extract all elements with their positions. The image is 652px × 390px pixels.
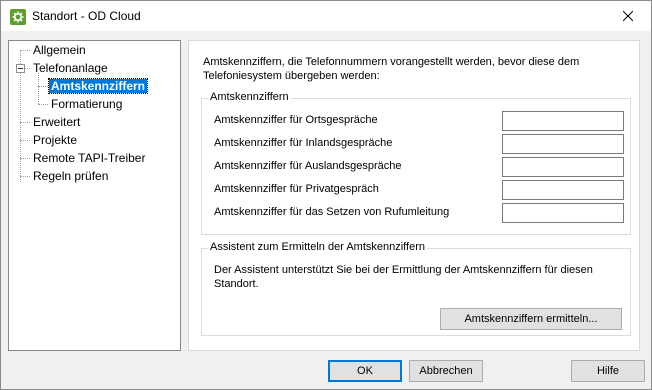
codes-group: Amtskennziffern Amtskennziffer für Ortsg… [201, 91, 631, 235]
codes-group-title: Amtskennziffern [208, 91, 291, 103]
tree-item-regeln-pruefen[interactable]: Regeln prüfen [33, 168, 108, 184]
cancel-button[interactable]: Abbrechen [409, 360, 483, 382]
field-row-rufumleitung: Amtskennziffer für das Setzen von Rufuml… [214, 203, 624, 223]
label-ortsgespraeche: Amtskennziffer für Ortsgespräche [214, 114, 378, 126]
window-title: Standort - OD Cloud [32, 9, 141, 23]
field-row-privatgespraech: Amtskennziffer für Privatgespräch [214, 180, 624, 200]
label-inlandsgespraeche: Amtskennziffer für Inlandsgespräche [214, 137, 393, 149]
assistant-text: Der Assistent unterstützt Sie bei der Er… [214, 264, 593, 290]
title-bar: Standort - OD Cloud [1, 1, 651, 31]
field-row-ortsgespraeche: Amtskennziffer für Ortsgespräche [214, 111, 624, 131]
dialog-client: Allgemein Telefonanlage Amtskennziffern … [1, 31, 651, 389]
tree-item-allgemein[interactable]: Allgemein [33, 42, 86, 58]
assistant-group-title: Assistent zum Ermitteln der Amtskennziff… [208, 241, 427, 253]
determine-codes-button[interactable]: Amtskennziffern ermitteln... [440, 308, 622, 330]
input-ortsgespraeche[interactable] [502, 111, 624, 131]
label-rufumleitung: Amtskennziffer für das Setzen von Rufuml… [214, 206, 450, 218]
field-row-inlandsgespraeche: Amtskennziffer für Inlandsgespräche [214, 134, 624, 154]
dialog-window: Standort - OD Cloud Allgemein Telefonanl… [0, 0, 652, 390]
input-privatgespraech[interactable] [502, 180, 624, 200]
input-rufumleitung[interactable] [502, 203, 624, 223]
input-auslandsgespraeche[interactable] [502, 157, 624, 177]
close-button[interactable] [605, 1, 651, 31]
close-icon [623, 11, 633, 21]
tree-item-remote-tapi[interactable]: Remote TAPI-Treiber [33, 150, 145, 166]
tree-item-amtskennziffern[interactable]: Amtskennziffern [47, 78, 149, 94]
tree-item-projekte[interactable]: Projekte [33, 132, 77, 148]
label-auslandsgespraeche: Amtskennziffer für Auslandsgespräche [214, 160, 402, 172]
label-privatgespraech: Amtskennziffer für Privatgespräch [214, 183, 379, 195]
app-gear-icon [10, 9, 26, 25]
amtskennziffern-panel: Amtskennziffern, die Telefonnummern vora… [188, 40, 640, 351]
tree-item-telefonanlage[interactable]: Telefonanlage [33, 60, 108, 76]
input-inlandsgespraeche[interactable] [502, 134, 624, 154]
collapse-icon[interactable] [16, 64, 25, 73]
ok-button[interactable]: OK [328, 360, 402, 382]
field-row-auslandsgespraeche: Amtskennziffer für Auslandsgespräche [214, 157, 624, 177]
intro-text: Amtskennziffern, die Telefonnummern vora… [203, 56, 580, 82]
tree-item-formatierung[interactable]: Formatierung [51, 96, 122, 112]
assistant-group: Assistent zum Ermitteln der Amtskennziff… [201, 241, 631, 336]
tree-item-erweitert[interactable]: Erweitert [33, 114, 80, 130]
settings-tree[interactable]: Allgemein Telefonanlage Amtskennziffern … [8, 40, 181, 351]
help-button[interactable]: Hilfe [571, 360, 645, 382]
